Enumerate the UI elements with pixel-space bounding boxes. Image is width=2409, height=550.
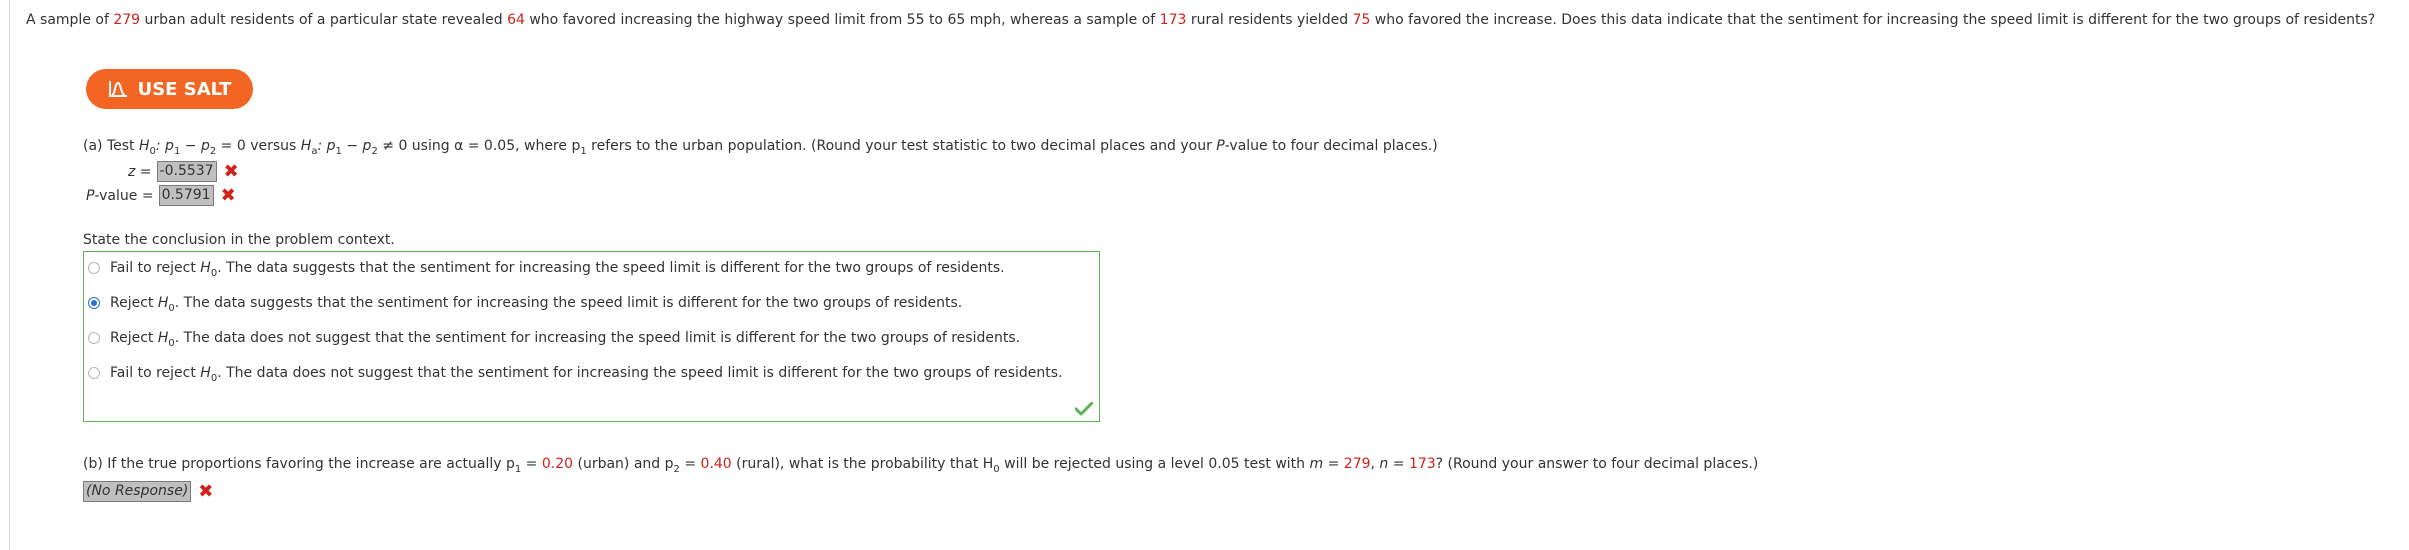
radio-button[interactable]: [88, 367, 100, 379]
p1-value: 0.20: [541, 456, 574, 472]
part-a-prompt: (a) Test H0: p1 − p2 = 0 versus Ha: p1 −…: [83, 138, 1438, 157]
pvalue-label: P-value =: [86, 187, 154, 204]
urban-favored-count: 64: [507, 12, 525, 28]
correct-check-icon: [1075, 402, 1093, 416]
choice-label: Fail to reject H0. The data suggests tha…: [110, 260, 1005, 279]
pvalue-answer-field[interactable]: 0.5791: [158, 185, 214, 206]
incorrect-x-icon: ✖: [220, 184, 236, 206]
urban-sample-size: 279: [113, 12, 141, 28]
part-b-answer-row: (No Response) ✖: [83, 481, 213, 502]
left-divider: [9, 0, 10, 550]
conclusion-label: State the conclusion in the problem cont…: [83, 232, 395, 248]
use-salt-button[interactable]: USE SALT: [86, 69, 253, 109]
z-answer-field[interactable]: -0.5537: [156, 161, 217, 182]
choice-option-2[interactable]: Reject H0. The data suggests that the se…: [88, 293, 962, 313]
incorrect-x-icon: ✖: [198, 480, 214, 502]
z-answer-row: z = -0.5537 ✖: [128, 161, 239, 182]
salt-chart-icon: [108, 81, 127, 97]
page: A sample of 279 urban adult residents of…: [0, 0, 2409, 550]
radio-button-selected[interactable]: [88, 297, 100, 309]
n-value: 173: [1408, 456, 1436, 472]
use-salt-label: USE SALT: [137, 78, 232, 100]
choice-label: Reject H0. The data does not suggest tha…: [110, 330, 1021, 349]
rural-sample-size: 173: [1159, 12, 1187, 28]
m-value: 279: [1343, 456, 1371, 472]
choice-label: Reject H0. The data suggests that the se…: [110, 295, 963, 314]
choice-option-3[interactable]: Reject H0. The data does not suggest tha…: [88, 328, 1020, 348]
radio-button[interactable]: [88, 332, 100, 344]
rural-favored-count: 75: [1352, 12, 1371, 28]
incorrect-x-icon: ✖: [223, 160, 239, 182]
conclusion-choices: Fail to reject H0. The data suggests tha…: [83, 251, 1100, 422]
choice-option-4[interactable]: Fail to reject H0. The data does not sug…: [88, 363, 1063, 383]
part-b-answer-field[interactable]: (No Response): [83, 481, 192, 502]
p2-value: 0.40: [700, 456, 732, 472]
z-label: z =: [128, 163, 152, 180]
choice-label: Fail to reject H0. The data does not sug…: [110, 365, 1063, 384]
question-text: A sample of 279 urban adult residents of…: [26, 12, 2376, 28]
choice-option-1[interactable]: Fail to reject H0. The data suggests tha…: [88, 258, 1005, 278]
part-b-prompt: (b) If the true proportions favoring the…: [83, 456, 1759, 475]
radio-button[interactable]: [88, 262, 100, 274]
pvalue-answer-row: P-value = 0.5791 ✖: [86, 185, 236, 206]
